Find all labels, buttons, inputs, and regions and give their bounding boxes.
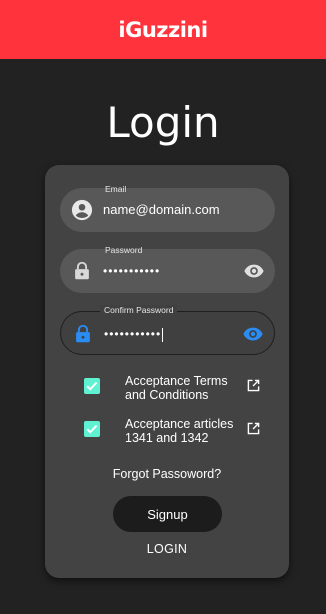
articles-checkbox-row[interactable]: Acceptance articles 1341 and 1342 (82, 417, 267, 457)
email-input[interactable]: name@domain.com (103, 202, 220, 217)
email-field[interactable]: Email name@domain.com (60, 184, 275, 232)
email-label: Email (105, 184, 127, 194)
confirm-password-field[interactable]: Confirm Password ••••••••••• (60, 305, 275, 355)
check-icon (86, 424, 98, 434)
articles-label: Acceptance articles 1341 and 1342 (125, 417, 234, 445)
external-link-icon[interactable] (247, 422, 260, 435)
confirm-password-input[interactable]: ••••••••••• (104, 327, 164, 342)
password-label: Password (105, 245, 143, 255)
terms-checkbox[interactable] (84, 378, 100, 394)
terms-label: Acceptance Terms and Conditions (125, 374, 228, 402)
lock-icon (75, 261, 89, 280)
check-icon (86, 381, 98, 391)
eye-icon[interactable] (243, 260, 265, 282)
eye-icon[interactable] (242, 323, 264, 345)
app-header: iGuzzini (0, 0, 326, 59)
password-field[interactable]: Password ••••••••••• (60, 245, 275, 293)
lock-icon (76, 324, 90, 343)
terms-checkbox-row[interactable]: Acceptance Terms and Conditions (82, 374, 267, 414)
confirm-password-label: Confirm Password (100, 305, 178, 315)
page-title: Login (106, 98, 220, 147)
brand-logo: iGuzzini (118, 17, 208, 42)
login-card: Email name@domain.com Password •••••••••… (45, 165, 289, 578)
account-icon (71, 199, 93, 221)
articles-checkbox[interactable] (84, 421, 100, 437)
text-caret (162, 327, 164, 342)
login-link[interactable]: LOGIN (45, 542, 289, 556)
password-input[interactable]: ••••••••••• (103, 264, 160, 278)
external-link-icon[interactable] (247, 379, 260, 392)
signup-button[interactable]: Signup (113, 496, 222, 532)
forgot-password-link[interactable]: Forgot Passoword? (45, 467, 289, 481)
